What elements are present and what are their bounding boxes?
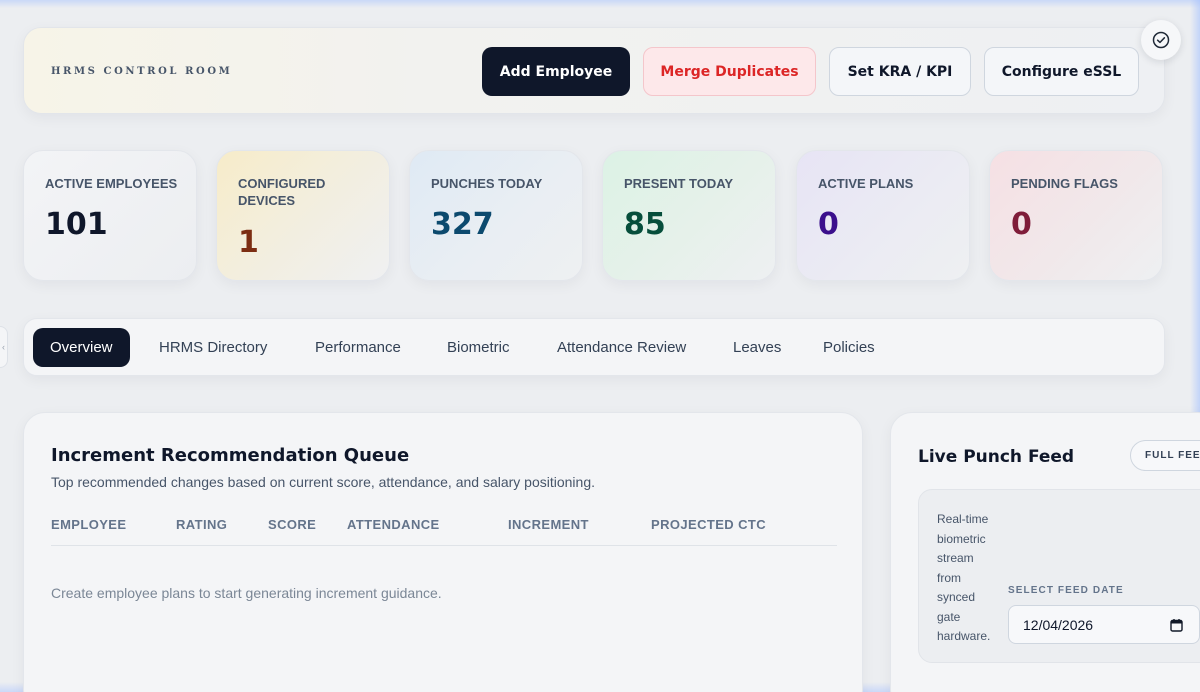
merge-duplicates-button[interactable]: Merge Duplicates <box>643 47 816 96</box>
tab-hrms-directory[interactable]: HRMS Directory <box>159 328 267 367</box>
set-kra-kpi-button[interactable]: Set KRA / KPI <box>829 47 971 96</box>
feed-filter-box: Real-time biometric stream from synced g… <box>918 489 1200 663</box>
stat-label: PRESENT TODAY <box>624 176 734 191</box>
tab-biometric[interactable]: Biometric <box>447 328 510 367</box>
tab-overview[interactable]: Overview <box>33 328 130 367</box>
stat-value: 0 <box>1011 207 1032 242</box>
stat-value: 101 <box>45 207 108 242</box>
feed-date-input[interactable]: 12/04/2026 <box>1008 605 1200 644</box>
column-header-projected-ctc[interactable]: PROJECTED CTC <box>651 517 766 532</box>
stat-card-punches-today: PUNCHES TODAY 327 <box>409 150 583 281</box>
tab-policies[interactable]: Policies <box>823 328 875 367</box>
stat-label: PUNCHES TODAY <box>431 176 543 191</box>
stat-label: PENDING FLAGS <box>1011 176 1118 191</box>
live-punch-feed-panel: Live Punch Feed FULL FEED Real-time biom… <box>890 412 1200 692</box>
table-divider <box>51 545 837 546</box>
stat-card-active-plans: ACTIVE PLANS 0 <box>796 150 970 281</box>
header-bar: HRMS CONTROL ROOM Add Employee Merge Dup… <box>23 27 1165 114</box>
check-circle-icon[interactable] <box>1141 20 1181 60</box>
stat-card-pending-flags: PENDING FLAGS 0 <box>989 150 1163 281</box>
stat-label: ACTIVE PLANS <box>818 176 914 191</box>
brand-title: HRMS CONTROL ROOM <box>51 66 233 77</box>
stat-value: 1 <box>238 225 259 260</box>
increment-queue-panel: Increment Recommendation Queue Top recom… <box>23 412 863 692</box>
top-glow <box>0 0 1200 8</box>
stat-card-active-employees: ACTIVE EMPLOYEES 101 <box>23 150 197 281</box>
panel-title: Increment Recommendation Queue <box>51 445 410 466</box>
tab-bar: Overview HRMS Directory Performance Biom… <box>23 318 1165 376</box>
column-header-attendance[interactable]: ATTENDANCE <box>347 517 440 532</box>
stat-value: 85 <box>624 207 666 242</box>
stat-value: 0 <box>818 207 839 242</box>
empty-state-message: Create employee plans to start generatin… <box>51 585 442 601</box>
configure-essl-button[interactable]: Configure eSSL <box>984 47 1139 96</box>
calendar-icon[interactable] <box>1170 618 1183 635</box>
chevron-left-icon[interactable]: ‹ <box>0 326 8 368</box>
feed-description: Real-time biometric stream from synced g… <box>937 512 991 643</box>
stat-label: ACTIVE EMPLOYEES <box>45 176 178 191</box>
stat-card-configured-devices: CONFIGURED DEVICES 1 <box>216 150 390 281</box>
panel-subtitle: Top recommended changes based on current… <box>51 474 596 490</box>
feed-date-label: SELECT FEED DATE <box>1008 585 1124 596</box>
feed-date-value: 12/04/2026 <box>1023 616 1094 633</box>
column-header-employee[interactable]: EMPLOYEE <box>51 517 126 532</box>
column-header-rating[interactable]: RATING <box>176 517 227 532</box>
feed-title: Live Punch Feed <box>918 447 1075 467</box>
stat-label: CONFIGURED DEVICES <box>238 176 326 208</box>
add-employee-button[interactable]: Add Employee <box>482 47 630 96</box>
column-header-increment[interactable]: INCREMENT <box>508 517 589 532</box>
stat-card-present-today: PRESENT TODAY 85 <box>602 150 776 281</box>
tab-attendance-review[interactable]: Attendance Review <box>557 328 686 367</box>
tab-leaves[interactable]: Leaves <box>733 328 781 367</box>
tab-performance[interactable]: Performance <box>315 328 401 367</box>
stat-value: 327 <box>431 207 494 242</box>
column-header-score[interactable]: SCORE <box>268 517 316 532</box>
full-feed-button[interactable]: FULL FEED <box>1130 440 1200 471</box>
